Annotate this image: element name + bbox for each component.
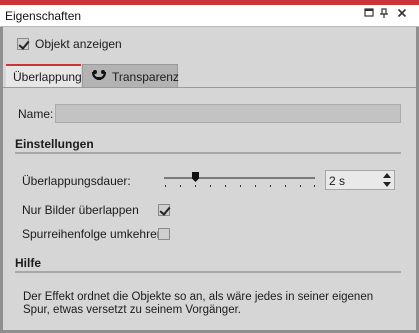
help-heading: Hilfe <box>15 256 42 270</box>
reverse-track-label: Spurreihenfolge umkehren <box>22 227 164 241</box>
settings-heading: Einstellungen <box>15 137 94 151</box>
only-images-checkbox[interactable] <box>158 204 170 216</box>
maximize-icon[interactable] <box>362 8 376 22</box>
overlap-duration-label: Überlappungsdauer: <box>22 174 131 188</box>
show-object-label: Objekt anzeigen <box>35 37 122 51</box>
name-input[interactable] <box>55 104 401 123</box>
slider-tick <box>255 185 256 187</box>
tab-ueberlappung-label: Überlappung <box>13 70 82 84</box>
tab-ueberlappung[interactable]: Überlappung <box>6 64 82 88</box>
overlap-duration-spinbox[interactable]: 2 s <box>325 170 395 190</box>
tab-transparenz-label: Transparenz <box>112 70 179 84</box>
slider-tick <box>195 185 196 187</box>
slider-track[interactable] <box>164 177 315 179</box>
slider-tick <box>210 185 211 187</box>
overlap-duration-value: 2 s <box>329 174 346 188</box>
slider-thumb[interactable] <box>192 172 199 182</box>
slider-tick <box>240 185 241 187</box>
only-images-label: Nur Bilder überlappen <box>22 203 139 217</box>
help-text: Der Effekt ordnet die Objekte so an, als… <box>23 291 374 316</box>
slider-tick <box>180 185 181 187</box>
slider-tick <box>314 185 315 187</box>
slider-tick <box>165 185 166 187</box>
settings-divider <box>15 152 401 154</box>
spin-up-icon[interactable] <box>383 173 391 178</box>
show-object-checkbox[interactable] <box>17 38 29 50</box>
properties-panel: Objekt anzeigen Überlappung Transparenz … <box>3 27 416 330</box>
pin-icon[interactable] <box>377 8 391 22</box>
close-icon[interactable] <box>395 8 409 22</box>
help-divider <box>15 271 401 273</box>
spin-down-icon[interactable] <box>383 182 391 187</box>
panel-titlebar: Eigenschaften <box>0 5 419 27</box>
tab-transparenz[interactable]: Transparenz <box>82 64 179 87</box>
name-label: Name: <box>18 107 54 121</box>
tab-divider <box>3 87 416 88</box>
slider-tick <box>300 185 301 187</box>
slider-tick <box>225 185 226 187</box>
slider-tick <box>285 185 286 187</box>
reverse-track-checkbox[interactable] <box>158 228 170 240</box>
panel-title: Eigenschaften <box>5 9 82 23</box>
transparency-icon <box>91 69 107 83</box>
slider-tick <box>270 185 271 187</box>
